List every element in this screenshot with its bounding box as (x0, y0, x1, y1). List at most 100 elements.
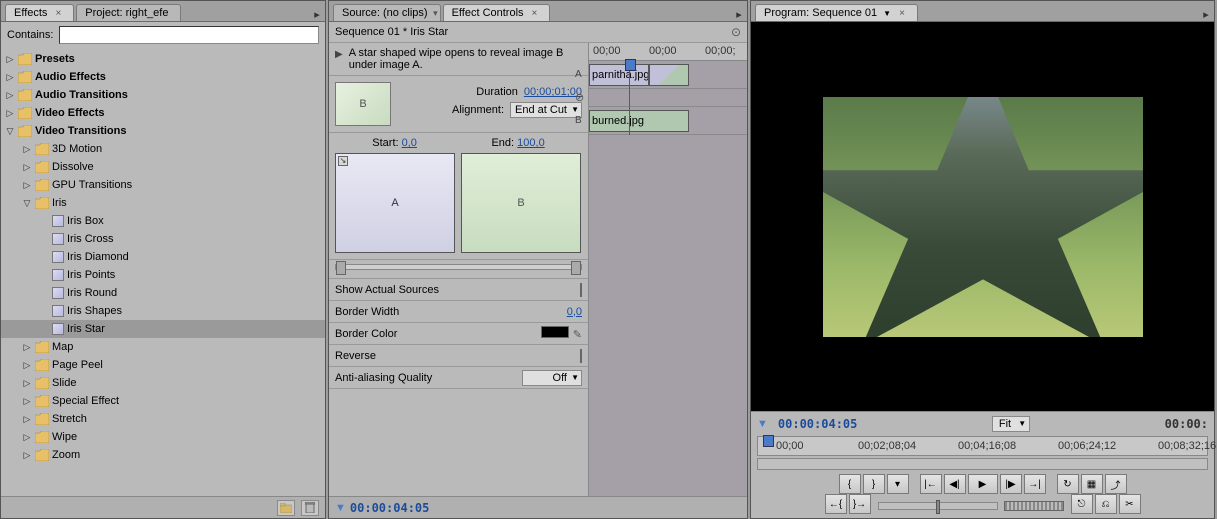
zoom-fit-select[interactable]: Fit (992, 416, 1030, 432)
twisty-icon[interactable]: ▷ (22, 180, 32, 191)
clip-a[interactable]: parnitha.jpg (589, 64, 649, 86)
eyedropper-icon[interactable]: ✎ (573, 329, 582, 341)
safe-margins-icon[interactable]: ▦ (1081, 474, 1103, 494)
set-marker-icon[interactable]: ▾ (887, 474, 909, 494)
twisty-icon[interactable]: ▽ (22, 198, 32, 209)
playhead-marker-icon[interactable]: ▼ (757, 418, 768, 430)
twisty-icon[interactable]: ▷ (22, 378, 32, 389)
twisty-icon[interactable]: ▷ (22, 414, 32, 425)
twisty-icon[interactable]: ▷ (22, 342, 32, 353)
twisty-icon[interactable]: ▷ (5, 108, 15, 119)
tree-folder[interactable]: ▷Presets (1, 50, 325, 68)
shuttle-slider[interactable] (878, 502, 998, 510)
output-icon[interactable]: ⤴ (1105, 474, 1127, 494)
twisty-icon[interactable]: ▷ (22, 144, 32, 155)
twisty-icon[interactable]: ▷ (22, 450, 32, 461)
go-prev-marker-icon[interactable]: ←{ (825, 494, 847, 514)
checkbox[interactable] (580, 349, 582, 363)
close-icon[interactable]: × (55, 8, 61, 19)
dropdown-icon[interactable]: ▾ (433, 8, 438, 19)
property-select[interactable]: Off (522, 370, 582, 386)
preview-a[interactable]: ↘A (335, 153, 455, 253)
twisty-icon[interactable]: ▷ (5, 72, 15, 83)
tree-effect[interactable]: Iris Shapes (1, 302, 325, 320)
twisty-icon[interactable]: ▷ (22, 396, 32, 407)
tab-effects[interactable]: Effects× (5, 4, 74, 21)
playhead[interactable] (763, 435, 772, 457)
panel-menu-icon[interactable]: ▸ (309, 8, 325, 21)
tree-folder[interactable]: ▷Dissolve (1, 158, 325, 176)
current-timecode[interactable]: 00:00:04:05 (778, 417, 857, 431)
dropdown-icon[interactable]: ▼ (883, 9, 891, 18)
ec-ruler[interactable]: 00;00 00;00 00;00; (589, 43, 747, 61)
twisty-icon[interactable]: ▷ (5, 54, 15, 65)
shuttle-knob[interactable] (936, 500, 940, 514)
tree-folder[interactable]: ▷Map (1, 338, 325, 356)
monitor-view[interactable] (751, 22, 1214, 411)
preview-b[interactable]: B (461, 153, 581, 253)
trim-icon[interactable]: ✂ (1119, 494, 1141, 514)
tree-folder[interactable]: ▷3D Motion (1, 140, 325, 158)
tree-folder[interactable]: ▽Iris (1, 194, 325, 212)
play-icon[interactable]: ▶ (335, 49, 343, 71)
tree-folder[interactable]: ▷Slide (1, 374, 325, 392)
program-ruler[interactable]: 00;00 00;02;08;04 00;04;16;08 00;06;24;1… (757, 436, 1208, 456)
tab-source[interactable]: Source: (no clips)▾ (333, 4, 441, 21)
duration-timecode[interactable]: 00:00: (1165, 417, 1208, 431)
panel-menu-icon[interactable]: ▸ (1198, 8, 1214, 21)
tree-folder[interactable]: ▷Special Effect (1, 392, 325, 410)
tree-effect[interactable]: Iris Diamond (1, 248, 325, 266)
slider-thumb[interactable] (336, 261, 346, 275)
property-value[interactable]: 0,0 (567, 306, 582, 318)
transition-slider[interactable] (335, 264, 582, 270)
tree-folder[interactable]: ▷Audio Transitions (1, 86, 325, 104)
set-out-icon[interactable]: } (863, 474, 885, 494)
twisty-icon[interactable]: ▽ (5, 126, 15, 137)
go-next-marker-icon[interactable]: }→ (849, 494, 871, 514)
playhead[interactable] (629, 61, 630, 135)
alignment-select[interactable]: End at Cut (510, 102, 582, 118)
tree-folder[interactable]: ▷Audio Effects (1, 68, 325, 86)
new-bin-icon[interactable] (277, 500, 295, 516)
tree-folder[interactable]: ▷Wipe (1, 428, 325, 446)
tree-effect[interactable]: Iris Cross (1, 230, 325, 248)
corner-handle-icon[interactable]: ↘ (338, 156, 348, 166)
twisty-icon[interactable]: ▷ (5, 90, 15, 101)
jog-wheel[interactable] (1004, 501, 1064, 511)
tree-folder[interactable]: ▽Video Transitions (1, 122, 325, 140)
tree-effect[interactable]: Iris Box (1, 212, 325, 230)
delete-icon[interactable] (301, 500, 319, 516)
expand-collapse-icon[interactable]: ⊙ (731, 25, 741, 39)
tree-folder[interactable]: ▷Page Peel (1, 356, 325, 374)
checkbox[interactable] (580, 283, 582, 297)
twisty-icon[interactable]: ▷ (22, 162, 32, 173)
tree-folder[interactable]: ▷Video Effects (1, 104, 325, 122)
play-icon[interactable]: ▶ (968, 474, 998, 494)
color-swatch[interactable] (541, 326, 569, 338)
panel-menu-icon[interactable]: ▸ (731, 8, 747, 21)
current-timecode[interactable]: 00:00:04:05 (350, 501, 429, 515)
go-to-out-icon[interactable]: →| (1024, 474, 1046, 494)
start-value[interactable]: 0,0 (402, 137, 417, 149)
set-in-icon[interactable]: { (839, 474, 861, 494)
step-back-icon[interactable]: ◀| (944, 474, 966, 494)
program-scrollbar[interactable] (757, 458, 1208, 470)
tab-program[interactable]: Program: Sequence 01 ▼× (755, 4, 918, 21)
tree-folder[interactable]: ▷Stretch (1, 410, 325, 428)
transition-bar[interactable] (649, 64, 689, 86)
tree-effect[interactable]: Iris Points (1, 266, 325, 284)
tree-effect[interactable]: Iris Round (1, 284, 325, 302)
tab-effect-controls[interactable]: Effect Controls× (443, 4, 551, 21)
link-icon[interactable]: ⊘ (575, 91, 584, 104)
close-icon[interactable]: × (899, 8, 905, 19)
go-to-in-icon[interactable]: |← (920, 474, 942, 494)
step-forward-icon[interactable]: |▶ (1000, 474, 1022, 494)
end-value[interactable]: 100,0 (517, 137, 545, 149)
clip-b[interactable]: burned.jpg (589, 110, 689, 132)
duration-value[interactable]: 00;00;01;00 (524, 86, 582, 98)
loop-icon[interactable]: ↻ (1057, 474, 1079, 494)
twisty-icon[interactable]: ▷ (22, 432, 32, 443)
close-icon[interactable]: × (532, 8, 538, 19)
playhead-marker-icon[interactable]: ▼ (335, 502, 346, 514)
contains-input[interactable] (59, 26, 319, 44)
